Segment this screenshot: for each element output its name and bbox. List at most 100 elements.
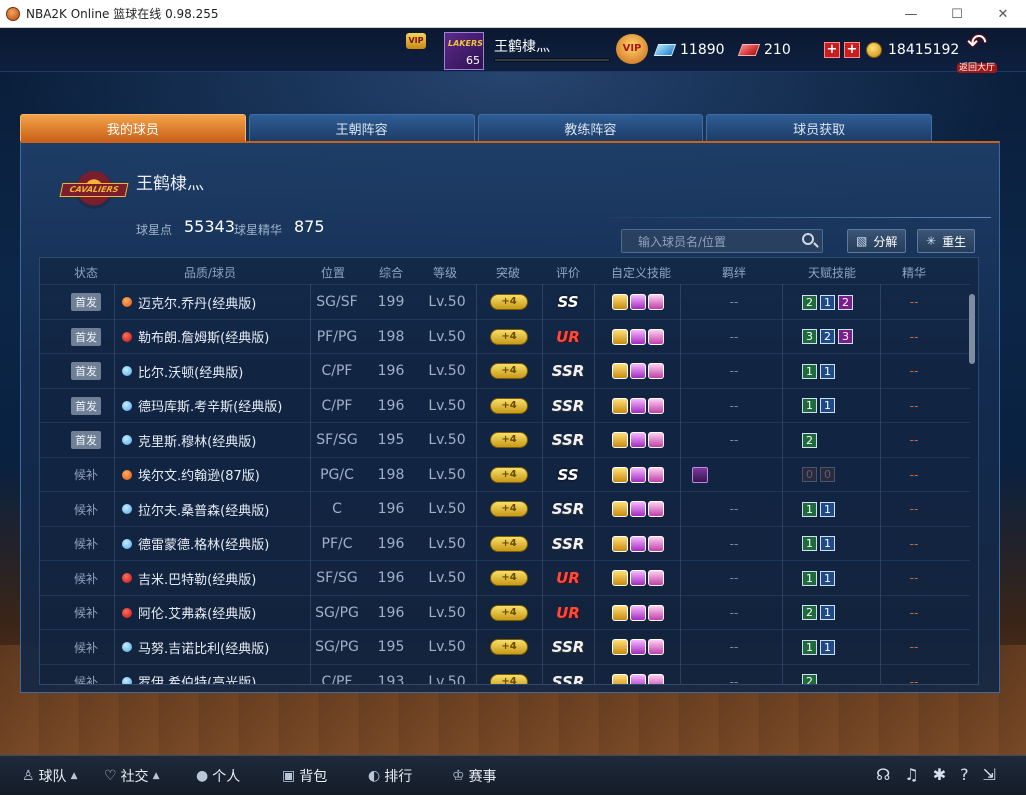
tab-coach-lineup[interactable]: 教练阵容 — [477, 114, 704, 141]
talent-badge[interactable]: 2 — [820, 329, 835, 344]
talent-badge[interactable]: 1 — [820, 501, 835, 517]
breakthrough-badge[interactable]: +4 — [490, 363, 528, 379]
bond-icon[interactable] — [692, 466, 708, 483]
talent-badge[interactable]: 3 — [838, 329, 853, 344]
custom-skill-icon[interactable] — [612, 639, 628, 655]
breakthrough-badge[interactable]: +4 — [490, 570, 528, 586]
custom-skill-icon[interactable] — [648, 328, 664, 345]
player-name-cell[interactable]: 克里斯.穆林(经典版) — [122, 423, 310, 457]
player-name-cell[interactable]: 比尔.沃顿(经典版) — [122, 354, 310, 388]
tab-player-acquire[interactable]: 球员获取 — [706, 114, 932, 141]
custom-skill-icon[interactable] — [630, 466, 646, 483]
talent-badge[interactable]: 1 — [820, 363, 835, 379]
custom-skill-icon[interactable] — [612, 466, 628, 483]
talent-badge[interactable]: 1 — [802, 363, 817, 379]
custom-skill-icon[interactable] — [630, 673, 646, 684]
breakthrough-badge[interactable]: +4 — [490, 294, 528, 310]
nav-item-person[interactable]: ♙ 球队 ▲ — [22, 766, 77, 786]
talent-badge[interactable]: 2 — [802, 294, 817, 310]
custom-skill-icon[interactable] — [648, 535, 664, 552]
table-row[interactable]: 候补 罗伊.希伯特(高光版) C/PF 193 Lv.50 +4 SSR -- … — [40, 663, 970, 684]
table-row[interactable]: 候补 拉尔夫.桑普森(经典版) C 196 Lv.50 +4 SSR -- 11… — [40, 491, 970, 526]
custom-skill-icon[interactable] — [612, 604, 628, 621]
table-row[interactable]: 候补 吉米.巴特勒(经典版) SF/SG 196 Lv.50 +4 UR -- … — [40, 560, 970, 595]
breakthrough-badge[interactable]: +4 — [490, 639, 528, 655]
custom-skill-icon[interactable] — [648, 397, 664, 414]
minimize-button[interactable]: — — [888, 0, 934, 28]
talent-badge[interactable]: 1 — [820, 605, 835, 620]
custom-skill-icon[interactable] — [648, 501, 664, 517]
custom-skill-icon[interactable] — [612, 397, 628, 414]
custom-skill-icon[interactable] — [612, 570, 628, 586]
table-row[interactable]: 首发 比尔.沃顿(经典版) C/PF 196 Lv.50 +4 SSR -- 1… — [40, 353, 970, 388]
talent-badge[interactable]: 2 — [838, 294, 853, 310]
custom-skill-icon[interactable] — [630, 363, 646, 379]
custom-skill-icon[interactable] — [630, 328, 646, 345]
table-row[interactable]: 首发 迈克尔.乔丹(经典版) SG/SF 199 Lv.50 +4 SS -- … — [40, 284, 970, 319]
custom-skill-icon[interactable] — [612, 432, 628, 448]
close-button[interactable]: ✕ — [980, 0, 1026, 28]
custom-skill-icon[interactable] — [630, 570, 646, 586]
custom-skill-icon[interactable] — [648, 639, 664, 655]
maximize-button[interactable]: ☐ — [934, 0, 980, 28]
vip-badge[interactable]: VIP — [616, 34, 648, 64]
table-row[interactable]: 候补 马努.吉诺比利(经典版) SG/PG 195 Lv.50 +4 SSR -… — [40, 629, 970, 664]
nav-item-heart[interactable]: ♡ 社交 ▲ — [104, 766, 159, 786]
table-row[interactable]: 候补 德雷蒙德.格林(经典版) PF/C 196 Lv.50 +4 SSR --… — [40, 525, 970, 561]
custom-skill-icon[interactable] — [630, 501, 646, 517]
talent-badge[interactable]: 1 — [820, 398, 835, 413]
nav-item-ranking[interactable]: ◐ 排行 — [368, 766, 412, 786]
nav-item-profile[interactable]: ● 个人 — [196, 766, 240, 786]
custom-skill-icon[interactable] — [612, 363, 628, 379]
talent-badge[interactable]: 1 — [820, 294, 835, 310]
vip-badge-small[interactable]: VIP — [406, 33, 426, 49]
custom-skill-icon[interactable] — [630, 604, 646, 621]
settings-icon[interactable]: ✱ — [933, 765, 946, 784]
talent-badge[interactable]: 2 — [802, 605, 817, 620]
player-search-input[interactable]: 输入球员名/位置 — [621, 229, 823, 253]
player-name-cell[interactable]: 阿伦.艾弗森(经典版) — [122, 596, 310, 630]
table-row[interactable]: 首发 勒布朗.詹姆斯(经典版) PF/PG 198 Lv.50 +4 UR --… — [40, 318, 970, 354]
talent-badge[interactable]: 1 — [802, 639, 817, 655]
talent-badge[interactable]: 1 — [802, 570, 817, 586]
custom-skill-icon[interactable] — [648, 363, 664, 379]
nav-item-bag[interactable]: ▣ 背包 — [282, 766, 327, 786]
custom-skill-icon[interactable] — [630, 397, 646, 414]
breakthrough-badge[interactable]: +4 — [490, 535, 528, 552]
custom-skill-icon[interactable] — [648, 294, 664, 310]
custom-skill-icon[interactable] — [630, 535, 646, 552]
custom-skill-icon[interactable] — [648, 466, 664, 483]
rebirth-button[interactable]: ✳ 重生 — [917, 229, 976, 253]
custom-skill-icon[interactable] — [630, 432, 646, 448]
tab-my-players[interactable]: 我的球员 — [20, 114, 246, 141]
talent-badge[interactable]: 1 — [820, 639, 835, 655]
help-icon[interactable]: ? — [960, 765, 969, 784]
player-name-cell[interactable]: 马努.吉诺比利(经典版) — [122, 630, 310, 664]
player-name-cell[interactable]: 迈克尔.乔丹(经典版) — [122, 285, 310, 319]
talent-badge[interactable]: 1 — [802, 398, 817, 413]
custom-skill-icon[interactable] — [630, 294, 646, 310]
breakthrough-badge[interactable]: +4 — [490, 673, 528, 684]
talent-badge[interactable]: 1 — [820, 570, 835, 586]
add-currency-button[interactable]: + — [824, 42, 840, 58]
tab-dynasty-lineup[interactable]: 王朝阵容 — [248, 114, 475, 141]
talent-badge[interactable]: 2 — [802, 432, 817, 448]
headset-icon[interactable]: ☊ — [876, 765, 890, 784]
player-name-cell[interactable]: 勒布朗.詹姆斯(经典版) — [122, 320, 310, 354]
table-row[interactable]: 首发 克里斯.穆林(经典版) SF/SG 195 Lv.50 +4 SSR --… — [40, 422, 970, 457]
custom-skill-icon[interactable] — [612, 328, 628, 345]
player-name-cell[interactable]: 德玛库斯.考辛斯(经典版) — [122, 389, 310, 423]
table-scrollbar[interactable] — [969, 294, 975, 364]
add-currency-button[interactable]: + — [844, 42, 860, 58]
breakthrough-badge[interactable]: +4 — [490, 432, 528, 448]
player-name-cell[interactable]: 拉尔夫.桑普森(经典版) — [122, 492, 310, 526]
table-row[interactable]: 候补 埃尔文.约翰逊(87版) PG/C 198 Lv.50 +4 SS 00 … — [40, 456, 970, 492]
player-name-cell[interactable]: 埃尔文.约翰逊(87版) — [122, 458, 310, 492]
breakthrough-badge[interactable]: +4 — [490, 397, 528, 414]
back-to-lobby-button[interactable]: ↶ 返回大厅 — [954, 31, 1000, 73]
talent-badge[interactable]: 0 — [820, 467, 835, 482]
breakthrough-badge[interactable]: +4 — [490, 604, 528, 621]
search-icon[interactable] — [802, 233, 814, 245]
talent-badge[interactable]: 2 — [802, 674, 817, 684]
talent-badge[interactable]: 1 — [802, 501, 817, 517]
